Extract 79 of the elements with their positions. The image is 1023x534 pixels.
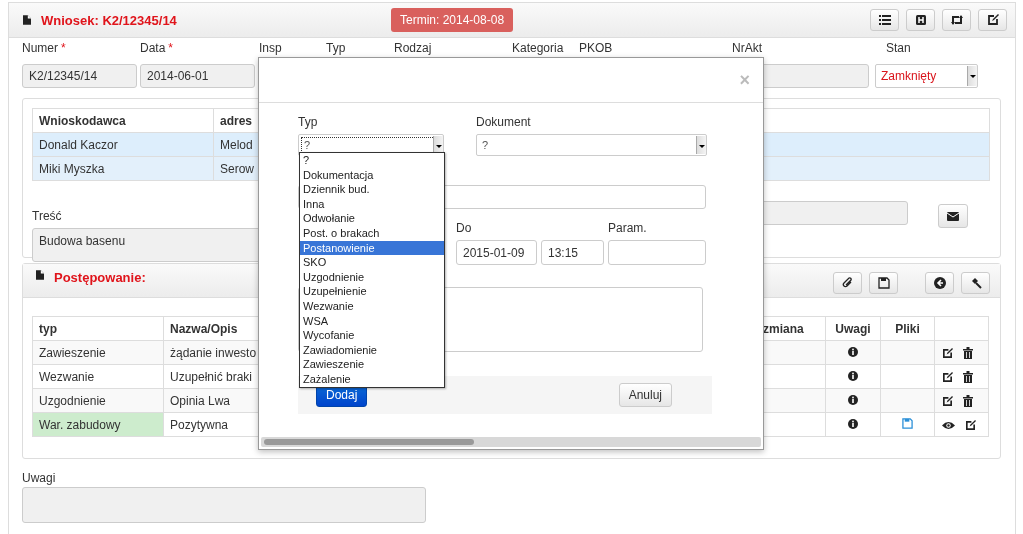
page-title: Wniosek: K2/12345/14 [41, 12, 178, 28]
param-label: Param. [608, 221, 647, 235]
attach-button[interactable] [833, 272, 862, 294]
retweet-button[interactable] [942, 9, 971, 31]
status-select[interactable]: Zamknięty [875, 64, 978, 88]
floppy-icon [877, 277, 890, 289]
number-field[interactable]: K2/12345/14 [22, 64, 137, 88]
dropdown-option[interactable]: Wezwanie [300, 298, 444, 314]
eye-icon[interactable] [942, 420, 955, 430]
scrollbar[interactable] [261, 437, 761, 447]
dropdown-option[interactable]: WSA [300, 313, 444, 329]
dropdown-option[interactable]: Uzgodnienie [300, 269, 444, 285]
field-label: Rodzaj [394, 41, 432, 55]
edit-icon[interactable] [942, 371, 953, 383]
required-mark: * [168, 41, 174, 55]
dropdown-option[interactable]: Inna [300, 196, 444, 212]
retweet-icon [949, 15, 964, 25]
cancel-button[interactable]: Anuluj [618, 383, 672, 407]
document-icon [23, 15, 31, 25]
deadline-badge: Termin: 2014-08-08 [391, 8, 514, 32]
table-cell: Miki Myszka [32, 156, 214, 181]
scrollbar-thumb[interactable] [264, 439, 474, 445]
caret-icon [696, 136, 706, 154]
dropdown-option[interactable]: Dziennik bud. [300, 182, 444, 197]
field-label: Kategoria [512, 41, 564, 55]
envelope-icon [947, 211, 959, 221]
info-icon[interactable] [848, 346, 858, 357]
mail-button[interactable] [938, 204, 968, 228]
list-icon [878, 15, 891, 25]
info-icon[interactable] [848, 418, 858, 429]
field-label: Numer * [22, 41, 66, 55]
table-cell: Uzgodnienie [32, 388, 164, 413]
field-label: Insp [259, 41, 282, 55]
param-field[interactable] [608, 240, 706, 265]
table-cell: Donald Kaczor [32, 132, 214, 157]
paperclip-icon [841, 277, 854, 289]
table-cell: Zawieszenie [32, 340, 164, 365]
trash-icon[interactable] [963, 371, 973, 384]
date-field[interactable]: 2014-06-01 [140, 64, 255, 88]
table-cell: War. zabudowy [32, 412, 164, 437]
edit-icon[interactable] [942, 395, 953, 407]
edit-icon[interactable] [965, 419, 976, 431]
panel-title: Postępowanie: [54, 270, 146, 285]
field-label: NrAkt [732, 41, 762, 55]
to-label: Do [456, 221, 472, 235]
h-square-button[interactable] [906, 9, 935, 31]
field-label: Typ [326, 41, 346, 55]
dropdown-option[interactable]: Wycofanie [300, 328, 444, 343]
type-label: Typ [298, 115, 318, 129]
trash-icon[interactable] [963, 395, 973, 408]
date-field[interactable]: 2015-01-09 [456, 240, 537, 265]
trash-icon[interactable] [963, 347, 973, 360]
dropdown-option[interactable]: Uzupełnienie [300, 284, 444, 299]
document-label: Dokument [476, 115, 531, 129]
notes-label: Uwagi [22, 471, 56, 485]
edit-icon[interactable] [942, 347, 953, 359]
document-icon [36, 270, 44, 280]
h-square-icon [915, 15, 926, 25]
dropdown-option[interactable]: Odwołanie [300, 211, 444, 226]
info-icon[interactable] [848, 370, 858, 381]
info-icon[interactable] [848, 394, 858, 405]
document-select[interactable]: ? [476, 134, 707, 156]
field-label: Stan [886, 41, 911, 55]
arrow-circle-icon [933, 277, 946, 289]
required-mark: * [61, 41, 66, 55]
edit-button[interactable] [978, 9, 1007, 31]
floppy-icon[interactable] [902, 417, 913, 429]
content-label: Treść [32, 209, 62, 223]
gavel-button[interactable] [961, 272, 990, 294]
dropdown-option[interactable]: Zawiadomienie [300, 342, 444, 358]
list-button[interactable] [870, 9, 899, 31]
field-label: Data * [140, 41, 174, 55]
caret-icon [967, 66, 977, 86]
edit-icon [986, 14, 999, 26]
save-button[interactable] [869, 272, 898, 294]
back-button[interactable] [925, 272, 954, 294]
dropdown-option[interactable]: Postanowienie [300, 240, 444, 256]
time-field[interactable]: 13:15 [541, 240, 604, 265]
field-label: PKOB [579, 41, 613, 55]
